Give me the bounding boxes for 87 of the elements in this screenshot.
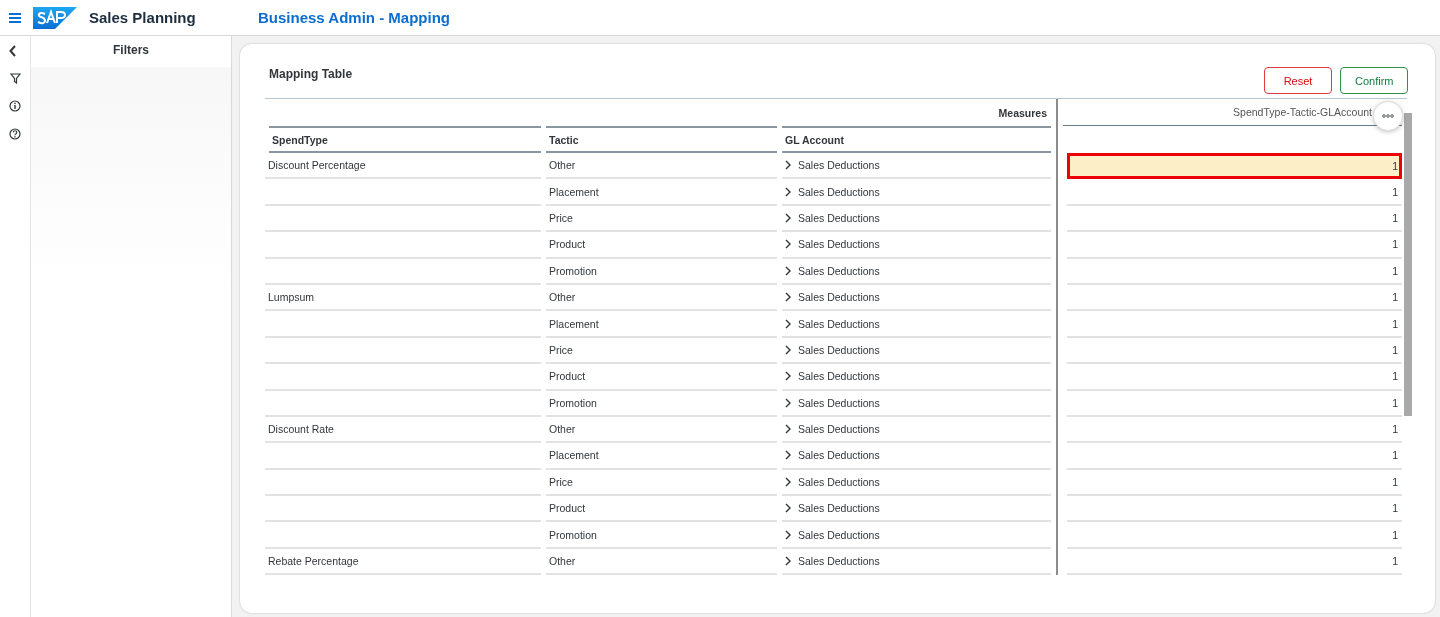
panel-title: Filters bbox=[112, 42, 150, 59]
expand-icon[interactable] bbox=[785, 503, 791, 514]
reset-button[interactable]: Reset bbox=[1264, 67, 1332, 94]
expand-icon[interactable] bbox=[785, 265, 791, 276]
more-icon bbox=[1382, 114, 1394, 118]
help-icon[interactable] bbox=[9, 128, 21, 140]
expand-icon[interactable] bbox=[785, 424, 791, 435]
expand-icon[interactable] bbox=[785, 186, 791, 197]
table-cell: Product bbox=[549, 238, 586, 251]
value-cell[interactable]: 1 bbox=[1067, 443, 1402, 470]
table-cell: Promotion bbox=[549, 396, 597, 409]
table-cell: Discount Percentage bbox=[268, 159, 366, 172]
app-title: Sales Planning bbox=[89, 9, 197, 26]
page-title: Business Admin - Mapping bbox=[258, 9, 450, 26]
expand-icon[interactable] bbox=[785, 239, 791, 250]
expand-icon[interactable] bbox=[785, 344, 791, 355]
expand-icon[interactable] bbox=[785, 318, 791, 329]
table-cell: Promotion bbox=[549, 264, 597, 277]
table-cell: Sales Deductions bbox=[798, 238, 880, 251]
table-cell: Price bbox=[549, 475, 573, 488]
table-cell: Sales Deductions bbox=[798, 343, 880, 356]
column-group-header: Measures bbox=[998, 106, 1047, 119]
expand-icon[interactable] bbox=[785, 529, 791, 540]
value-cell[interactable]: 1 bbox=[1067, 496, 1402, 523]
value-cell[interactable]: 1 bbox=[1067, 337, 1402, 365]
column-header: SpendType-Tactic-GLAccount bbox=[1233, 106, 1372, 118]
expand-icon[interactable] bbox=[785, 160, 791, 171]
table-cell: Sales Deductions bbox=[798, 502, 880, 515]
table-cell: Sales Deductions bbox=[798, 291, 880, 304]
table-cell: Product bbox=[549, 370, 586, 383]
expand-icon[interactable] bbox=[785, 450, 791, 461]
table-cell: Promotion bbox=[549, 528, 597, 541]
value-cell[interactable]: 1 bbox=[1067, 258, 1402, 285]
table-cell: Other bbox=[549, 291, 576, 304]
expand-icon[interactable] bbox=[785, 292, 791, 303]
table-cell: Sales Deductions bbox=[798, 423, 880, 436]
table-cell: Discount Rate bbox=[268, 423, 334, 436]
value-cell[interactable]: 1 bbox=[1067, 416, 1402, 444]
value-cell[interactable]: 1 bbox=[1067, 390, 1402, 417]
value-cell[interactable]: 1 bbox=[1067, 179, 1402, 206]
value-cell[interactable]: 1 bbox=[1067, 311, 1402, 338]
column-header: Tactic bbox=[549, 133, 579, 146]
expand-icon[interactable] bbox=[785, 556, 791, 567]
value-cell[interactable]: 1 bbox=[1067, 205, 1402, 233]
table-cell: Lumpsum bbox=[268, 291, 315, 304]
column-header: SpendType bbox=[272, 133, 328, 146]
table-cell: Sales Deductions bbox=[798, 317, 880, 330]
table-cell: Sales Deductions bbox=[798, 396, 880, 409]
expand-icon[interactable] bbox=[785, 212, 791, 223]
table-cell: Placement bbox=[549, 317, 599, 330]
filter-icon[interactable] bbox=[9, 73, 21, 84]
value-cell[interactable]: 1 bbox=[1067, 284, 1402, 312]
confirm-button[interactable]: Confirm bbox=[1340, 67, 1408, 94]
table-cell: Sales Deductions bbox=[798, 211, 880, 224]
table-cell: Sales Deductions bbox=[798, 370, 880, 383]
table-cell: Rebate Percentage bbox=[268, 555, 359, 568]
back-icon[interactable] bbox=[9, 45, 17, 57]
logo-icon bbox=[33, 6, 77, 29]
info-icon[interactable] bbox=[9, 100, 21, 112]
table-cell: Sales Deductions bbox=[798, 185, 880, 198]
table-cell: Other bbox=[549, 159, 576, 172]
table-cell: Price bbox=[549, 343, 573, 356]
table-cell: Sales Deductions bbox=[798, 449, 880, 462]
table-cell: Sales Deductions bbox=[798, 528, 880, 541]
column-header: GL Account bbox=[785, 133, 844, 146]
table-cell: Sales Deductions bbox=[798, 264, 880, 277]
card-title: Mapping Table bbox=[269, 67, 353, 81]
value-cell[interactable]: 1 bbox=[1067, 522, 1402, 549]
table-cell: Placement bbox=[549, 449, 599, 462]
expand-icon[interactable] bbox=[785, 371, 791, 382]
expand-icon[interactable] bbox=[785, 476, 791, 487]
value-cell[interactable]: 1 bbox=[1067, 364, 1402, 391]
table-cell: Other bbox=[549, 555, 576, 568]
value-cell[interactable]: 1 bbox=[1067, 548, 1402, 576]
value-cell[interactable]: 1 bbox=[1067, 469, 1402, 497]
more-button[interactable] bbox=[1373, 101, 1403, 131]
table-cell: Price bbox=[549, 211, 573, 224]
table-cell: Other bbox=[549, 423, 576, 436]
table-cell: Placement bbox=[549, 185, 599, 198]
value-cell[interactable]: 1 bbox=[1067, 153, 1402, 180]
table-cell: Sales Deductions bbox=[798, 475, 880, 488]
expand-icon[interactable] bbox=[785, 397, 791, 408]
menu-icon[interactable] bbox=[9, 12, 21, 23]
table-cell: Sales Deductions bbox=[798, 159, 880, 172]
table-cell: Sales Deductions bbox=[798, 555, 880, 568]
value-cell[interactable]: 1 bbox=[1067, 232, 1402, 259]
table-cell: Product bbox=[549, 502, 586, 515]
